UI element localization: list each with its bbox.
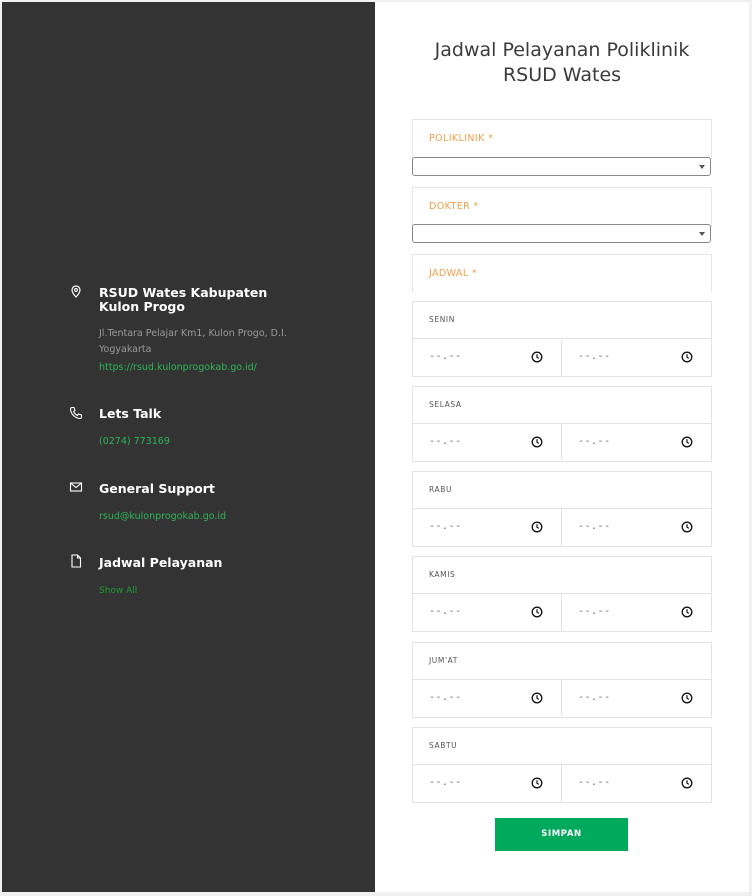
phone-icon	[69, 406, 83, 420]
time-value: --.--	[429, 692, 462, 703]
contact-panel: RSUD Wates Kabupaten Kulon Progo Jl.Tent…	[2, 2, 375, 892]
clock-icon[interactable]	[531, 692, 543, 704]
chevron-down-icon	[699, 165, 705, 169]
poliklinik-field: POLIKLINIK *	[412, 119, 712, 159]
poliklinik-label: POLIKLINIK *	[429, 133, 494, 144]
mail-icon	[69, 482, 83, 492]
support-title: General Support	[99, 481, 215, 496]
clock-icon[interactable]	[681, 436, 693, 448]
time-value: --.--	[429, 777, 462, 788]
clock-icon[interactable]	[531, 777, 543, 789]
start-time-input[interactable]: --.--	[413, 509, 562, 546]
dokter-field: DOKTER *	[412, 187, 712, 227]
dokter-select[interactable]	[412, 224, 711, 243]
day-label: KAMIS	[429, 570, 456, 579]
time-value: --.--	[578, 606, 611, 617]
day-label: JUM'AT	[429, 656, 458, 665]
clock-icon[interactable]	[681, 777, 693, 789]
day-selasa: SELASA --.-- --.--	[412, 386, 712, 462]
phone-link[interactable]: (0274) 773169	[99, 435, 170, 449]
day-label: RABU	[429, 485, 453, 494]
day-sabtu: SABTU --.-- --.--	[412, 727, 712, 803]
form-panel: Jadwal Pelayanan Poliklinik RSUD Wates P…	[375, 2, 749, 892]
clock-icon[interactable]	[681, 606, 693, 618]
end-time-input[interactable]: --.--	[562, 594, 711, 631]
email-link[interactable]: rsud@kulonprogokab.go.id	[99, 510, 226, 524]
address-title: RSUD Wates Kabupaten Kulon Progo	[99, 285, 268, 314]
time-value: --.--	[429, 436, 462, 447]
start-time-input[interactable]: --.--	[413, 424, 562, 461]
clock-icon[interactable]	[531, 351, 543, 363]
poliklinik-select[interactable]	[412, 157, 711, 176]
clock-icon[interactable]	[681, 521, 693, 533]
day-label: SABTU	[429, 741, 458, 750]
start-time-input[interactable]: --.--	[413, 765, 562, 802]
day-rabu: RABU --.-- --.--	[412, 471, 712, 547]
end-time-input[interactable]: --.--	[562, 509, 711, 546]
show-all-link[interactable]: Show All	[99, 584, 137, 598]
address-block: RSUD Wates Kabupaten Kulon Progo Jl.Tent…	[68, 284, 318, 374]
website-link[interactable]: https://rsud.kulonprogokab.go.id/	[99, 361, 257, 375]
end-time-input[interactable]: --.--	[562, 680, 711, 717]
chevron-down-icon	[699, 232, 705, 236]
day-label: SENIN	[429, 315, 455, 324]
time-value: --.--	[578, 777, 611, 788]
jadwal-field: JADWAL *	[412, 254, 712, 292]
clock-icon[interactable]	[531, 521, 543, 533]
end-time-input[interactable]: --.--	[562, 765, 711, 802]
clock-icon[interactable]	[531, 436, 543, 448]
schedule-title: Jadwal Pelayanan	[99, 555, 223, 570]
talk-block: Lets Talk (0274) 773169	[68, 405, 318, 447]
map-pin-icon	[71, 285, 81, 298]
simpan-button[interactable]: SIMPAN	[495, 818, 628, 851]
time-value: --.--	[578, 436, 611, 447]
time-value: --.--	[578, 521, 611, 532]
talk-title: Lets Talk	[99, 406, 162, 421]
start-time-input[interactable]: --.--	[413, 339, 562, 376]
document-icon	[71, 554, 82, 568]
clock-icon[interactable]	[681, 351, 693, 363]
day-jumat: JUM'AT --.-- --.--	[412, 642, 712, 718]
jadwal-label: JADWAL *	[429, 268, 478, 279]
start-time-input[interactable]: --.--	[413, 594, 562, 631]
day-senin: SENIN --.-- --.--	[412, 301, 712, 377]
page-title: Jadwal Pelayanan Poliklinik RSUD Wates	[434, 39, 690, 86]
day-label: SELASA	[429, 400, 462, 409]
clock-icon[interactable]	[681, 692, 693, 704]
schedule-block: Jadwal Pelayanan Show All	[68, 553, 318, 596]
address-text: Jl.Tentara Pelajar Km1, Kulon Progo, D.I…	[99, 328, 287, 355]
time-value: --.--	[578, 692, 611, 703]
day-kamis: KAMIS --.-- --.--	[412, 556, 712, 632]
time-value: --.--	[429, 606, 462, 617]
time-value: --.--	[429, 521, 462, 532]
clock-icon[interactable]	[531, 606, 543, 618]
support-block: General Support rsud@kulonprogokab.go.id	[68, 479, 318, 522]
end-time-input[interactable]: --.--	[562, 424, 711, 461]
dokter-label: DOKTER *	[429, 201, 479, 212]
start-time-input[interactable]: --.--	[413, 680, 562, 717]
end-time-input[interactable]: --.--	[562, 339, 711, 376]
time-value: --.--	[429, 351, 462, 362]
time-value: --.--	[578, 351, 611, 362]
